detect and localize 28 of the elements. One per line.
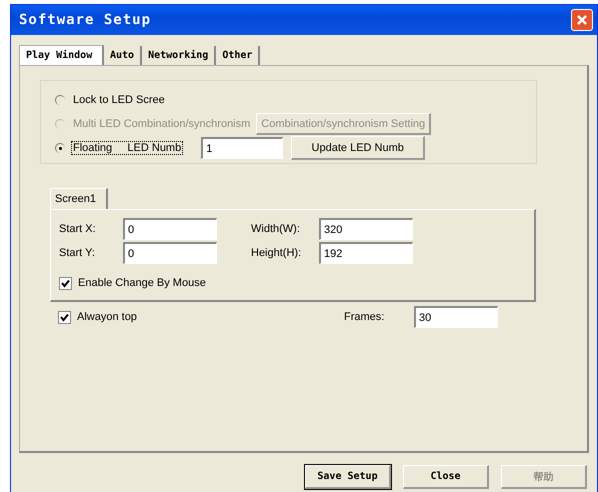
field-label: Height(H): — [251, 247, 302, 259]
radio-label: Floating LED Numb — [71, 141, 184, 155]
update-led-button[interactable]: Update LED Numb — [291, 136, 426, 160]
tab[interactable]: Auto — [104, 46, 142, 65]
input-field[interactable]: 0 — [123, 218, 217, 240]
tab[interactable]: Play Window — [19, 45, 104, 65]
input-field[interactable]: 0 — [123, 242, 217, 264]
led-number-field[interactable]: 1 — [201, 137, 284, 159]
input-field[interactable]: 192 — [319, 242, 413, 264]
field-label: Start Y: — [59, 247, 96, 259]
frames-label: Frames: — [344, 311, 386, 323]
dialog-button[interactable]: Save Setup — [305, 465, 391, 489]
field-label: Start X: — [59, 223, 97, 235]
dialog-button[interactable]: Close — [403, 465, 489, 489]
radio-button[interactable] — [55, 95, 65, 105]
radio-label: Multi LED Combination/synchronism — [72, 117, 252, 131]
checkbox-label: Alwayon top — [77, 311, 137, 323]
tab[interactable]: Other — [216, 46, 260, 65]
frames-field[interactable]: 30 — [414, 306, 498, 328]
radio-button[interactable] — [55, 143, 65, 153]
radio-label: Lock to LED Scree — [72, 93, 166, 107]
screen-tab[interactable]: Screen1 — [50, 188, 108, 209]
window-title: Software Setup — [19, 12, 152, 28]
tab[interactable]: Networking — [142, 46, 216, 65]
checkbox-label: Enable Change By Mouse — [78, 277, 206, 289]
input-field[interactable]: 320 — [319, 218, 413, 240]
close-icon[interactable] — [571, 9, 593, 31]
field-label: Width(W): — [251, 223, 301, 235]
